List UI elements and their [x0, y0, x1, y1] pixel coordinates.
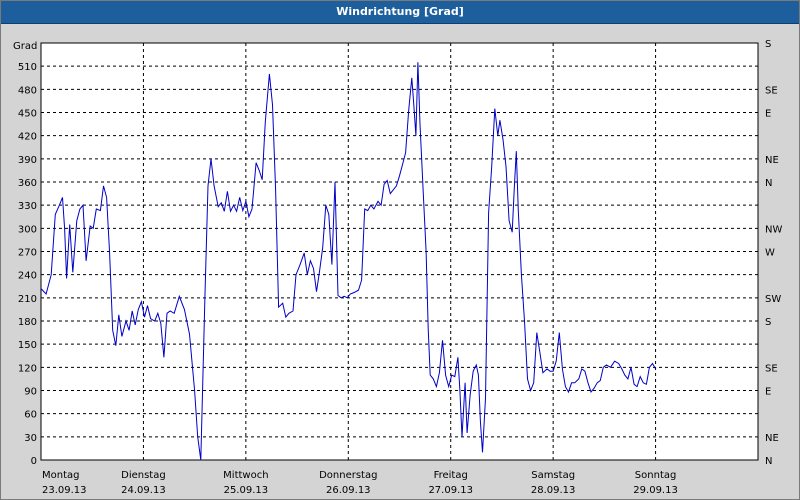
right-tick-label: N	[765, 456, 772, 467]
right-tick-label: NE	[765, 433, 779, 444]
y-tick-label: 480	[18, 85, 37, 96]
plot-area	[40, 42, 759, 461]
y-tick-label: 360	[18, 178, 37, 189]
x-tick-labels: Montag 23.09.13 Dienstag 24.09.13 Mittwoch 25…	[42, 470, 678, 496]
right-tick-label: SE	[765, 85, 778, 96]
chart-window: Windrichtung [Grad] Grad 0 30 60 90 120 150 18…	[0, 0, 800, 500]
chart-title: Windrichtung [Grad]	[336, 5, 464, 18]
right-tick-labels: N NE E SE S SW W NW N NE E SE S	[765, 39, 782, 467]
right-tick-label: W	[765, 248, 775, 259]
right-tick-label: S	[765, 317, 771, 328]
x-day-label: Freitag	[434, 470, 468, 481]
x-day-label: Mittwoch	[223, 470, 268, 481]
right-tick-label: SE	[765, 363, 778, 374]
y-axis-label: Grad	[13, 41, 37, 52]
right-tick-label: E	[765, 387, 771, 398]
y-tick-label: 150	[18, 340, 37, 351]
x-date-label: 27.09.13	[428, 485, 473, 496]
y-tick-label: 240	[18, 271, 37, 282]
y-tick-label: 30	[24, 433, 37, 444]
x-day-label: Sonntag	[635, 470, 677, 481]
y-tick-label: 450	[18, 109, 37, 120]
y-tick-label: 390	[18, 155, 37, 166]
y-tick-label: 420	[18, 132, 37, 143]
right-tick-label: N	[765, 178, 772, 189]
title-bar: Windrichtung [Grad]	[1, 1, 799, 24]
right-tick-label: NW	[765, 224, 782, 235]
y-tick-label: 510	[18, 62, 37, 73]
y-tick-label: 90	[24, 387, 37, 398]
x-date-label: 28.09.13	[531, 485, 576, 496]
x-date-label: 23.09.13	[42, 485, 87, 496]
y-tick-label: 0	[31, 456, 37, 467]
x-date-label: 25.09.13	[224, 485, 269, 496]
x-day-label: Montag	[42, 470, 79, 481]
x-day-label: Samstag	[531, 470, 575, 481]
right-tick-label: NE	[765, 155, 779, 166]
right-tick-label: E	[765, 109, 771, 120]
x-day-label: Donnerstag	[319, 470, 377, 481]
y-tick-label: 60	[24, 410, 37, 421]
right-tick-label: SW	[765, 294, 781, 305]
x-date-label: 24.09.13	[121, 485, 166, 496]
y-tick-label: 330	[18, 201, 37, 212]
chart-svg: Grad 0 30 60 90 120 150 180 210 240 270 300 330 360 3…	[13, 39, 782, 496]
x-day-label: Dienstag	[121, 470, 166, 481]
x-date-label: 26.09.13	[326, 485, 371, 496]
y-tick-label: 270	[18, 248, 37, 259]
y-tick-label: 180	[18, 317, 37, 328]
y-tick-label: 210	[18, 294, 37, 305]
y-tick-label: 120	[18, 363, 37, 374]
y-tick-labels: 0 30 60 90 120 150 180 210 240 270 300 330 360 390 420…	[18, 62, 37, 467]
right-tick-label: S	[765, 39, 771, 50]
x-date-label: 29.09.13	[633, 485, 678, 496]
y-tick-label: 300	[18, 224, 37, 235]
